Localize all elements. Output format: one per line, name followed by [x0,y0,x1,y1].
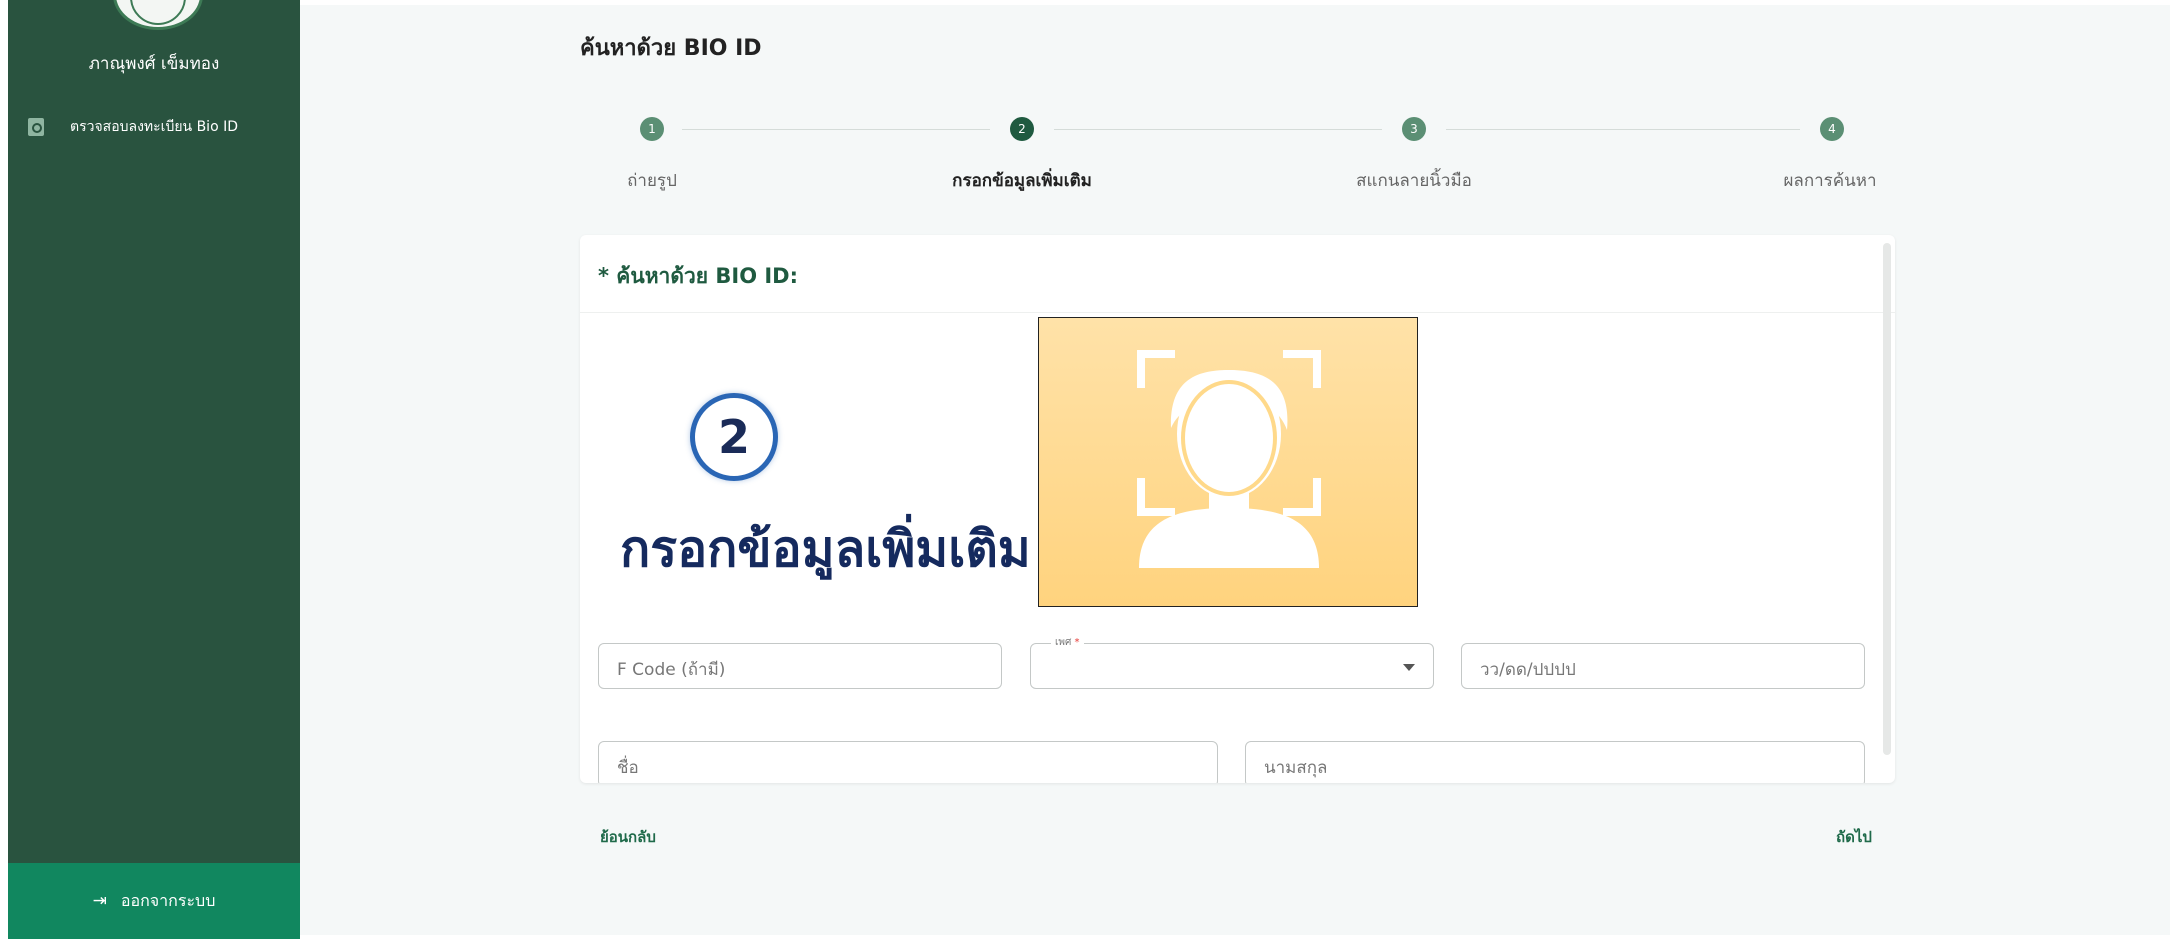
dob-placeholder: วว/ดด/ปปปป [1480,660,1576,680]
step-1-label: ถ่ายรูป [627,171,677,191]
step-connector [682,129,990,130]
logout-label: ออกจากระบบ [120,890,216,910]
user-name: ภาณุพงศ์ เข็มทอง [88,54,220,74]
stepper: 1 2 3 4 ถ่ายรูป กรอกข้อมูลเพิ่มเติม สแกน… [627,117,2160,197]
back-button[interactable]: ย้อนกลับ [600,825,656,849]
department-logo [113,0,203,30]
firstname-input[interactable]: ชื่อ [598,741,1218,783]
face-scan-icon [1137,350,1321,568]
firstname-placeholder: ชื่อ [617,758,639,778]
sidebar-item-bio-id-check[interactable]: ตรวจสอบลงทะเบียน Bio ID [28,114,288,140]
logout-icon: ⇥ [92,891,107,911]
fcode-placeholder: F Code (ถ้ามี) [617,660,726,680]
scrollbar[interactable] [1883,243,1891,755]
lastname-input[interactable]: นามสกุล [1245,741,1865,783]
step-4-label: ผลการค้นหา [1783,171,1877,191]
main-content: ค้นหาด้วย BIO ID 1 2 3 4 ถ่ายรูป กรอกข้อ… [300,5,2170,935]
card-header: * ค้นหาด้วย BIO ID: [580,235,1895,313]
step-1-circle: 1 [640,117,664,141]
sidebar-item-label: ตรวจสอบลงทะเบียน Bio ID [70,119,238,135]
step-3-circle: 3 [1402,117,1426,141]
required-star: * [1074,637,1080,648]
step-2-circle: 2 [1010,117,1034,141]
step-callout-number: 2 [690,393,778,481]
dob-input[interactable]: วว/ดด/ปปปป [1461,643,1865,689]
card-title-text: ค้นหาด้วย BIO ID: [616,264,799,288]
card-title: * ค้นหาด้วย BIO ID: [598,260,798,293]
step-4-circle: 4 [1820,117,1844,141]
gender-label-text: เพศ [1055,637,1072,648]
step-connector [1446,129,1800,130]
chevron-down-icon [1403,664,1415,671]
search-card: * ค้นหาด้วย BIO ID: F Code (ถ้ามี) เพศ *… [580,235,1895,783]
sidebar: ภาณุพงศ์ เข็มทอง ตรวจสอบลงทะเบียน Bio ID… [8,0,300,939]
required-star: * [598,264,609,288]
lastname-placeholder: นามสกุล [1264,758,1328,778]
logout-button[interactable]: ⇥ ออกจากระบบ [8,863,300,939]
step-connector [1054,129,1382,130]
gender-label: เพศ * [1051,635,1084,650]
step-2-label: กรอกข้อมูลเพิ่มเติม [952,171,1092,191]
document-search-icon [28,118,44,136]
fcode-input[interactable]: F Code (ถ้ามี) [598,643,1002,689]
step-3-label: สแกนลายนิ้วมือ [1356,171,1472,191]
page-title: ค้นหาด้วย BIO ID [580,36,762,61]
step-callout-text: กรอกข้อมูลเพิ่มเติม [620,520,1031,578]
next-button[interactable]: ถัดไป [1836,825,1872,849]
captured-photo [1038,317,1418,607]
gender-select[interactable]: เพศ * [1030,635,1434,689]
